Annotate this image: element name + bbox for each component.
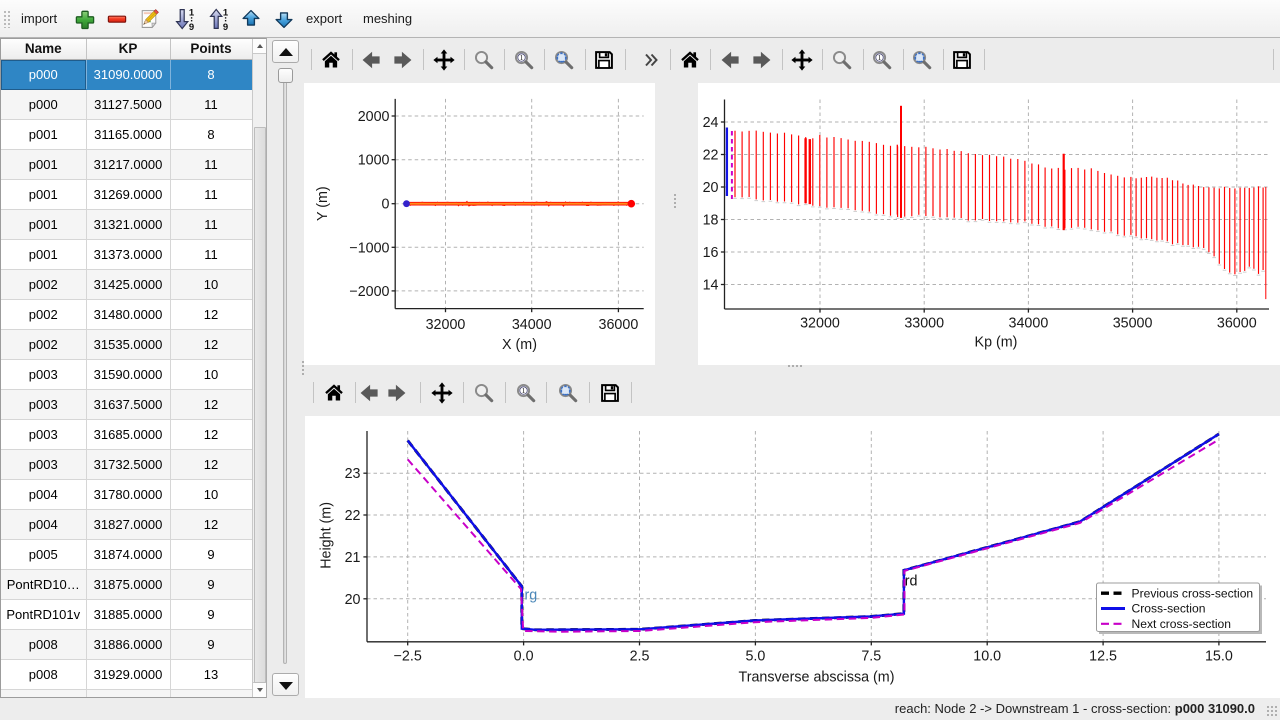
svg-text:1000: 1000 bbox=[358, 153, 390, 169]
svg-text:14: 14 bbox=[703, 278, 719, 294]
svg-text:−1000: −1000 bbox=[349, 240, 389, 256]
svg-text:34000: 34000 bbox=[1009, 315, 1049, 331]
svg-text:24: 24 bbox=[703, 115, 719, 131]
svg-text:20: 20 bbox=[703, 180, 719, 196]
svg-text:2.5: 2.5 bbox=[630, 648, 650, 664]
svg-text:Y (m): Y (m) bbox=[315, 186, 331, 221]
svg-text:Height (m): Height (m) bbox=[319, 502, 335, 569]
svg-text:0: 0 bbox=[382, 197, 390, 213]
svg-text:33000: 33000 bbox=[904, 315, 944, 331]
svg-text:22: 22 bbox=[703, 148, 719, 164]
svg-text:36000: 36000 bbox=[599, 317, 639, 333]
svg-text:7.5: 7.5 bbox=[861, 648, 881, 664]
svg-text:rg: rg bbox=[525, 588, 538, 604]
svg-text:12.5: 12.5 bbox=[1089, 648, 1117, 664]
svg-text:20: 20 bbox=[345, 592, 361, 608]
svg-text:2000: 2000 bbox=[358, 109, 390, 125]
svg-text:23: 23 bbox=[345, 466, 361, 482]
svg-text:15.0: 15.0 bbox=[1205, 648, 1233, 664]
svg-text:rd: rd bbox=[905, 574, 918, 590]
svg-text:32000: 32000 bbox=[426, 317, 466, 333]
svg-text:5.0: 5.0 bbox=[745, 648, 765, 664]
svg-text:22: 22 bbox=[345, 508, 361, 524]
svg-text:Next cross-section: Next cross-section bbox=[1132, 617, 1231, 631]
svg-text:Previous cross-section: Previous cross-section bbox=[1132, 586, 1254, 600]
svg-text:Transverse abscissa (m): Transverse abscissa (m) bbox=[739, 670, 895, 686]
svg-text:−2000: −2000 bbox=[349, 284, 389, 300]
svg-text:0.0: 0.0 bbox=[514, 648, 534, 664]
svg-text:Cross-section: Cross-section bbox=[1132, 602, 1206, 616]
svg-text:X (m): X (m) bbox=[502, 337, 537, 353]
svg-text:34000: 34000 bbox=[512, 317, 552, 333]
svg-text:32000: 32000 bbox=[800, 315, 840, 331]
svg-text:18: 18 bbox=[703, 213, 719, 229]
svg-text:35000: 35000 bbox=[1113, 315, 1153, 331]
svg-text:−2.5: −2.5 bbox=[394, 648, 422, 664]
svg-text:16: 16 bbox=[703, 245, 719, 261]
svg-text:36000: 36000 bbox=[1217, 315, 1257, 331]
svg-text:21: 21 bbox=[345, 550, 361, 566]
svg-text:Kp (m): Kp (m) bbox=[975, 334, 1018, 350]
svg-text:10.0: 10.0 bbox=[973, 648, 1001, 664]
